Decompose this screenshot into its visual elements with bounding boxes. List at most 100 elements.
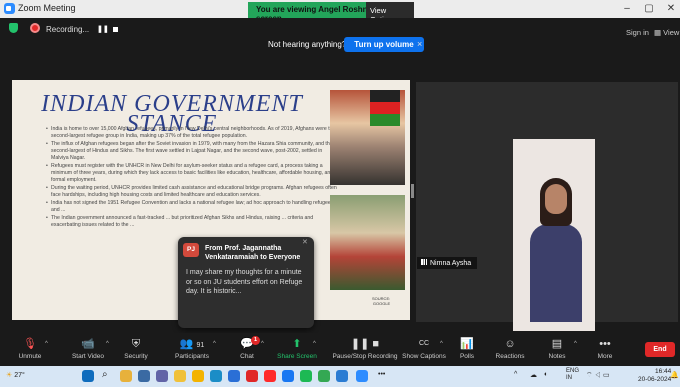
share-caret[interactable]: ^ bbox=[313, 341, 316, 347]
clock-time: 16:44 bbox=[654, 368, 672, 375]
chrome-icon[interactable] bbox=[318, 370, 330, 382]
participants-count: 91 bbox=[196, 342, 205, 349]
unmute-button[interactable]: 🎙 Unmute bbox=[4, 337, 56, 360]
audio-options-caret[interactable]: ^ bbox=[45, 341, 48, 347]
minimize-button[interactable]: – bbox=[620, 3, 634, 14]
stop-recording-icon[interactable] bbox=[113, 27, 118, 32]
zoom-taskbar-icon[interactable] bbox=[356, 370, 368, 382]
chat-icon: 💬 bbox=[240, 338, 254, 350]
security-shield-icon[interactable] bbox=[9, 23, 18, 33]
start-video-label: Start Video bbox=[71, 353, 105, 360]
participant-name-badge: Nimna Aysha bbox=[417, 257, 477, 269]
video-options-caret[interactable]: ^ bbox=[106, 341, 109, 347]
pause-recording-icon[interactable]: ❚❚ bbox=[97, 25, 109, 33]
participant-name: Nimna Aysha bbox=[430, 260, 472, 267]
participants-label: Participants bbox=[175, 353, 209, 360]
network-volume-battery-icon[interactable]: ⌔ ◁ ▭ bbox=[586, 371, 610, 380]
more-label: More bbox=[597, 353, 613, 360]
copilot-icon[interactable] bbox=[120, 370, 132, 382]
notice-close-icon[interactable]: × bbox=[417, 39, 422, 49]
clock[interactable]: 16:44 20-06-2024 bbox=[638, 368, 671, 383]
slide-bullet: The influx of Afghan refugees began afte… bbox=[46, 141, 338, 163]
notes-label: Notes bbox=[548, 353, 566, 360]
pause-stop-recording-button[interactable]: ❚❚ ■ Pause/Stop Recording bbox=[320, 337, 410, 360]
window-title: Zoom Meeting bbox=[18, 3, 76, 13]
security-button[interactable]: ⛨ Security bbox=[110, 337, 162, 360]
participant-face bbox=[545, 184, 567, 214]
end-meeting-button[interactable]: End bbox=[645, 342, 675, 357]
slide-bullet: The Indian government announced a fast-t… bbox=[46, 215, 338, 229]
turn-up-volume-button[interactable]: Turn up volume bbox=[344, 37, 424, 52]
recording-icon bbox=[30, 23, 40, 33]
participants-icon: 👥 91 bbox=[166, 337, 218, 351]
edge-icon[interactable] bbox=[210, 370, 222, 382]
chat-message: I may share my thoughts for a minute or … bbox=[186, 269, 303, 295]
notes-caret[interactable]: ^ bbox=[574, 341, 577, 347]
clock-date: 20-06-2024 bbox=[638, 375, 672, 383]
onedrive-icon[interactable]: ☁ bbox=[530, 371, 537, 379]
store-icon[interactable] bbox=[228, 370, 240, 382]
security-label: Security bbox=[124, 353, 148, 360]
more-icon: ••• bbox=[599, 338, 611, 350]
notification-bell-icon[interactable]: 🔔 bbox=[670, 371, 679, 379]
weather-temp: 27° bbox=[14, 372, 25, 379]
reactions-icon: ☺ bbox=[504, 338, 516, 350]
language-indicator[interactable]: ENG IN bbox=[566, 368, 579, 382]
slide-bullets: India is home to over 15,000 Afghan refu… bbox=[46, 126, 338, 230]
chat-button[interactable]: 💬 Chat bbox=[221, 337, 273, 360]
chat-label: Chat bbox=[240, 353, 254, 360]
search-icon[interactable]: ⌕ bbox=[102, 369, 108, 380]
slide-photo-protest bbox=[330, 90, 405, 185]
tray-chevron-icon[interactable]: ^ bbox=[514, 371, 517, 378]
participants-button[interactable]: 👥 91 Participants bbox=[166, 337, 218, 360]
close-button[interactable]: ✕ bbox=[664, 3, 678, 14]
view-menu-button[interactable]: ▦ View bbox=[654, 28, 679, 37]
mic-muted-icon: 🎙 bbox=[23, 338, 37, 350]
participant-body bbox=[530, 224, 582, 322]
sign-in-link[interactable]: Sign in bbox=[626, 28, 649, 37]
shield-icon: ⛨ bbox=[131, 338, 141, 350]
copilot-tray-icon[interactable]: ◐ bbox=[544, 371, 548, 378]
word-icon[interactable] bbox=[336, 370, 348, 382]
recording-status: Recording... bbox=[46, 25, 90, 34]
audio-notice: Not hearing anything? Turn up volume × bbox=[260, 35, 432, 55]
chat-unread-badge: 1 bbox=[251, 336, 260, 345]
split-resize-handle[interactable] bbox=[411, 184, 414, 198]
participants-caret[interactable]: ^ bbox=[213, 341, 216, 347]
file-explorer-icon[interactable] bbox=[192, 370, 204, 382]
signal-icon bbox=[421, 259, 427, 265]
avatar: PJ bbox=[183, 243, 199, 257]
unmute-label: Unmute bbox=[18, 353, 42, 360]
maximize-button[interactable]: ▢ bbox=[642, 3, 656, 14]
chat-close-icon[interactable]: ✕ bbox=[302, 238, 308, 246]
windows-start-icon[interactable] bbox=[82, 370, 94, 382]
weather-sun-icon: ☀ bbox=[6, 372, 13, 379]
teams-icon[interactable] bbox=[156, 370, 168, 382]
slide-bullet: Refugees must register with the UNHCR in… bbox=[46, 163, 338, 185]
pause-recording-label: Pause/Stop Recording bbox=[332, 353, 398, 360]
chat-notification[interactable]: PJ From Prof. Jagannatha Venkataramaiah … bbox=[178, 237, 314, 328]
share-screen-label: Share Screen bbox=[277, 353, 317, 360]
app-red-icon[interactable] bbox=[246, 370, 258, 382]
taskbar-overflow-icon[interactable]: ••• bbox=[378, 371, 385, 378]
paint-icon[interactable] bbox=[174, 370, 186, 382]
chat-caret[interactable]: ^ bbox=[261, 341, 264, 347]
slide-photo-woman bbox=[330, 195, 405, 290]
zoom-logo-icon bbox=[4, 3, 15, 14]
facebook-icon[interactable] bbox=[282, 370, 294, 382]
spotify-icon[interactable] bbox=[300, 370, 312, 382]
slide-bullet: India is home to over 15,000 Afghan refu… bbox=[46, 126, 338, 140]
reactions-label: Reactions bbox=[495, 353, 525, 360]
youtube-icon[interactable] bbox=[264, 370, 276, 382]
chat-sender: From Prof. Jagannatha Venkataramaiah to … bbox=[205, 245, 301, 261]
reactions-button[interactable]: ☺ Reactions bbox=[484, 337, 536, 360]
view-label: View bbox=[663, 28, 680, 37]
slide-bullet: India has not signed the 1951 Refugee Co… bbox=[46, 200, 338, 214]
weather-widget[interactable]: ☀ 27° bbox=[6, 371, 25, 379]
more-button[interactable]: ••• More bbox=[579, 337, 631, 360]
view-options-button[interactable]: View Options ⌄ bbox=[366, 2, 414, 24]
taskview-icon[interactable] bbox=[138, 370, 150, 382]
slide-source: SOURCE: GOOGLE bbox=[372, 296, 391, 306]
slide-bullet: During the waiting period, UNHCR provide… bbox=[46, 185, 338, 199]
participants-glyph-icon: 👥 bbox=[179, 338, 194, 350]
